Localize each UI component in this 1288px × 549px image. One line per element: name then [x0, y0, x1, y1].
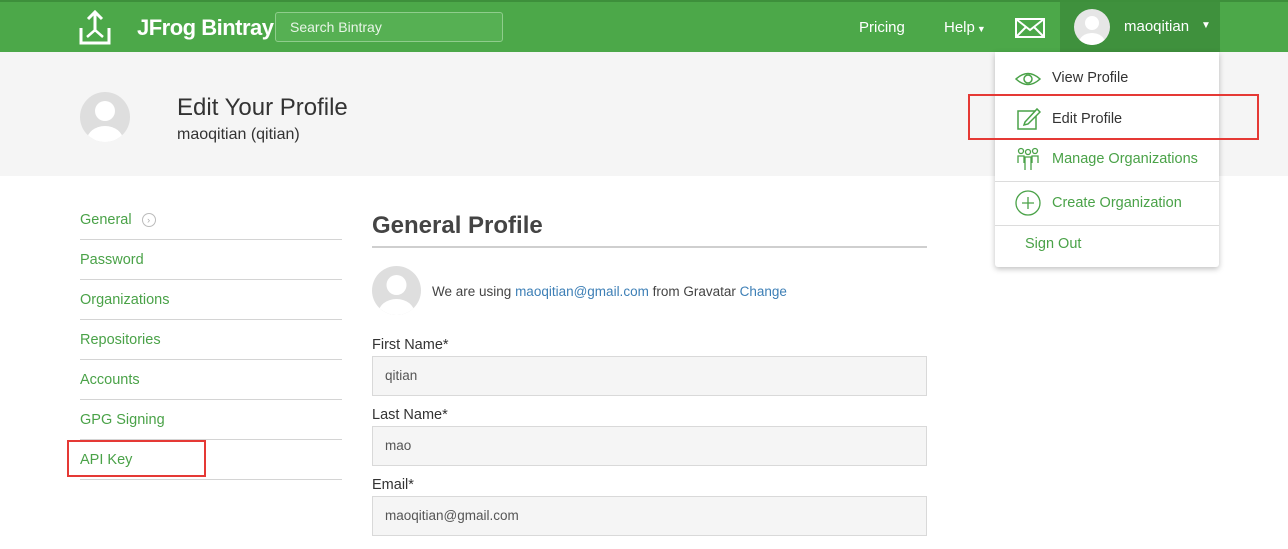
- gravatar-text: We are using maoqitian@gmail.com from Gr…: [432, 284, 787, 299]
- sidebar-item-password[interactable]: Password: [80, 240, 342, 280]
- user-menu-toggle[interactable]: maoqitian ▼: [1060, 2, 1220, 52]
- sidebar-item-label: GPG Signing: [80, 412, 165, 428]
- user-silhouette-icon: [1079, 16, 1105, 45]
- avatar: [1074, 9, 1110, 45]
- highlight-box-api-key: [67, 440, 206, 477]
- eye-icon: [1015, 72, 1041, 86]
- sidebar-item-label: Repositories: [80, 332, 161, 348]
- sidebar-item-label: Accounts: [80, 372, 140, 388]
- nav-help-menu[interactable]: Help ▼: [944, 19, 986, 36]
- brand-name[interactable]: JFrog Bintray: [137, 15, 274, 41]
- first-name-field[interactable]: qitian: [372, 356, 927, 396]
- menu-item-view-profile[interactable]: View Profile: [995, 58, 1219, 98]
- settings-sidebar: General › Password Organizations Reposito…: [80, 200, 342, 480]
- highlight-box-edit-profile: [968, 94, 1259, 140]
- sidebar-item-label: General: [80, 212, 132, 228]
- gravatar-email-link[interactable]: maoqitian@gmail.com: [515, 284, 649, 299]
- bintray-logo-icon[interactable]: [78, 10, 112, 46]
- sidebar-item-repositories[interactable]: Repositories: [80, 320, 342, 360]
- page-title: Edit Your Profile: [177, 94, 348, 121]
- menu-item-label: Sign Out: [1025, 236, 1082, 252]
- gravatar-prefix: We are using: [432, 284, 512, 299]
- nav-pricing-link[interactable]: Pricing: [859, 19, 905, 36]
- menu-divider: [995, 225, 1219, 226]
- last-name-field[interactable]: mao: [372, 426, 927, 466]
- general-profile-form: General Profile We are using maoqitian@g…: [372, 212, 927, 536]
- menu-item-create-organization[interactable]: Create Organization: [995, 184, 1219, 224]
- email-label: Email*: [372, 477, 414, 493]
- menu-item-label: Create Organization: [1052, 195, 1182, 211]
- avatar: [80, 92, 130, 142]
- chevron-down-icon: ▼: [1201, 20, 1211, 31]
- search-input[interactable]: Search Bintray: [275, 12, 503, 42]
- plus-circle-icon: [1015, 190, 1041, 216]
- first-name-label: First Name*: [372, 337, 449, 353]
- user-name: maoqitian: [1124, 18, 1190, 35]
- menu-item-manage-organizations[interactable]: Manage Organizations: [995, 138, 1219, 178]
- gravatar-change-link[interactable]: Change: [740, 284, 787, 299]
- user-silhouette-icon: [87, 101, 123, 142]
- menu-item-label: View Profile: [1052, 70, 1129, 86]
- users-group-icon: [1017, 147, 1039, 170]
- chevron-down-icon: ▼: [976, 24, 986, 34]
- email-field[interactable]: maoqitian@gmail.com: [372, 496, 927, 536]
- sidebar-item-label: Password: [80, 252, 144, 268]
- nav-help-label: Help: [944, 19, 975, 36]
- user-silhouette-icon: [378, 275, 415, 315]
- top-navbar: JFrog Bintray Search Bintray Pricing Hel…: [0, 0, 1288, 52]
- sidebar-item-organizations[interactable]: Organizations: [80, 280, 342, 320]
- section-title: General Profile: [372, 212, 927, 248]
- last-name-label: Last Name*: [372, 407, 448, 423]
- chevron-right-icon: ›: [141, 213, 156, 227]
- sidebar-item-general[interactable]: General ›: [80, 200, 342, 240]
- sidebar-item-accounts[interactable]: Accounts: [80, 360, 342, 400]
- sidebar-item-label: Organizations: [80, 292, 170, 308]
- user-dropdown-menu: View Profile Edit Profile Manage Organiz…: [995, 52, 1219, 267]
- page-subtitle: maoqitian (qitian): [177, 126, 300, 143]
- gravatar-middle: from Gravatar: [652, 284, 736, 299]
- menu-divider: [995, 181, 1219, 182]
- sidebar-item-gpg-signing[interactable]: GPG Signing: [80, 400, 342, 440]
- menu-item-label: Manage Organizations: [1052, 151, 1198, 167]
- envelope-icon[interactable]: [1015, 18, 1045, 38]
- menu-item-sign-out[interactable]: Sign Out: [995, 228, 1219, 268]
- gravatar-row: We are using maoqitian@gmail.com from Gr…: [372, 266, 927, 316]
- avatar: [372, 266, 421, 315]
